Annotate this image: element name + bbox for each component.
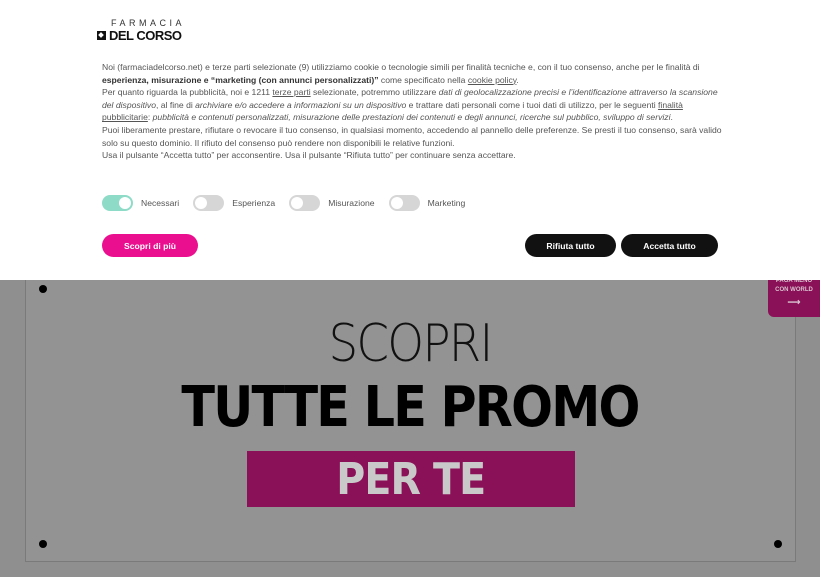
cookie-policy-link[interactable]: cookie policy bbox=[468, 75, 517, 85]
toggle-knob bbox=[119, 197, 131, 209]
consent-paragraph-2: Per quanto riguarda la pubblicità, noi e… bbox=[102, 87, 718, 123]
promo-heading-bold: TUTTE LE PROMO bbox=[181, 375, 640, 440]
page: SCOPRI TUTTE LE PROMO PER TE PAGA MENO C… bbox=[0, 0, 820, 577]
toggle-knob bbox=[291, 197, 304, 209]
carousel-dot[interactable] bbox=[39, 540, 47, 548]
consent-text: Noi (farmaciadelcorso.net) e terze parti… bbox=[102, 61, 722, 162]
brand-logo: FARMACIA DEL CORSO bbox=[97, 18, 197, 44]
toggle-necessari[interactable]: Necessari bbox=[102, 195, 179, 211]
toggle-esperienza[interactable]: Esperienza bbox=[193, 195, 275, 211]
logo-mark-icon bbox=[97, 31, 106, 40]
toggle-switch[interactable] bbox=[388, 195, 420, 211]
consent-toggles: Necessari Esperienza Misurazione Marketi… bbox=[102, 195, 479, 211]
arrow-right-icon: ⟶ bbox=[787, 297, 801, 307]
carousel-dot[interactable] bbox=[39, 285, 47, 293]
logo-subtitle: FARMACIA bbox=[111, 18, 186, 28]
toggle-switch[interactable] bbox=[289, 195, 321, 211]
third-parties-link[interactable]: terze parti bbox=[272, 87, 310, 97]
promo-heading-light: SCOPRI bbox=[328, 314, 494, 374]
toggle-marketing[interactable]: Marketing bbox=[388, 195, 466, 211]
logo-title: DEL CORSO bbox=[109, 28, 182, 43]
toggle-knob bbox=[195, 197, 208, 209]
learn-more-button[interactable]: Scopri di più bbox=[102, 234, 198, 257]
toggle-knob bbox=[390, 197, 403, 209]
toggle-misurazione[interactable]: Misurazione bbox=[289, 195, 375, 211]
consent-paragraph-1: Noi (farmaciadelcorso.net) e terze parti… bbox=[102, 62, 700, 85]
toggle-label: Necessari bbox=[141, 198, 180, 208]
toggle-label: Misurazione bbox=[328, 198, 375, 208]
carousel-dot[interactable] bbox=[774, 540, 782, 548]
toggle-label: Marketing bbox=[427, 198, 466, 208]
cookie-consent-banner: FARMACIA DEL CORSO Noi (farmaciadelcorso… bbox=[0, 0, 820, 280]
promo-highlight-band: PER TE bbox=[247, 451, 575, 507]
consent-paragraph-3: Puoi liberamente prestare, rifiutare o r… bbox=[102, 124, 722, 148]
reject-all-button[interactable]: Rifiuta tutto bbox=[525, 234, 616, 257]
consent-paragraph-4: Usa il pulsante “Accetta tutto” per acco… bbox=[102, 150, 516, 161]
toggle-switch[interactable] bbox=[193, 195, 225, 211]
toggle-switch[interactable] bbox=[102, 195, 133, 211]
promo-highlight-text: PER TE bbox=[336, 453, 486, 505]
accept-all-button[interactable]: Accetta tutto bbox=[621, 234, 718, 257]
side-tab-line2: CON WORLD bbox=[775, 287, 813, 293]
toggle-label: Esperienza bbox=[232, 198, 276, 208]
